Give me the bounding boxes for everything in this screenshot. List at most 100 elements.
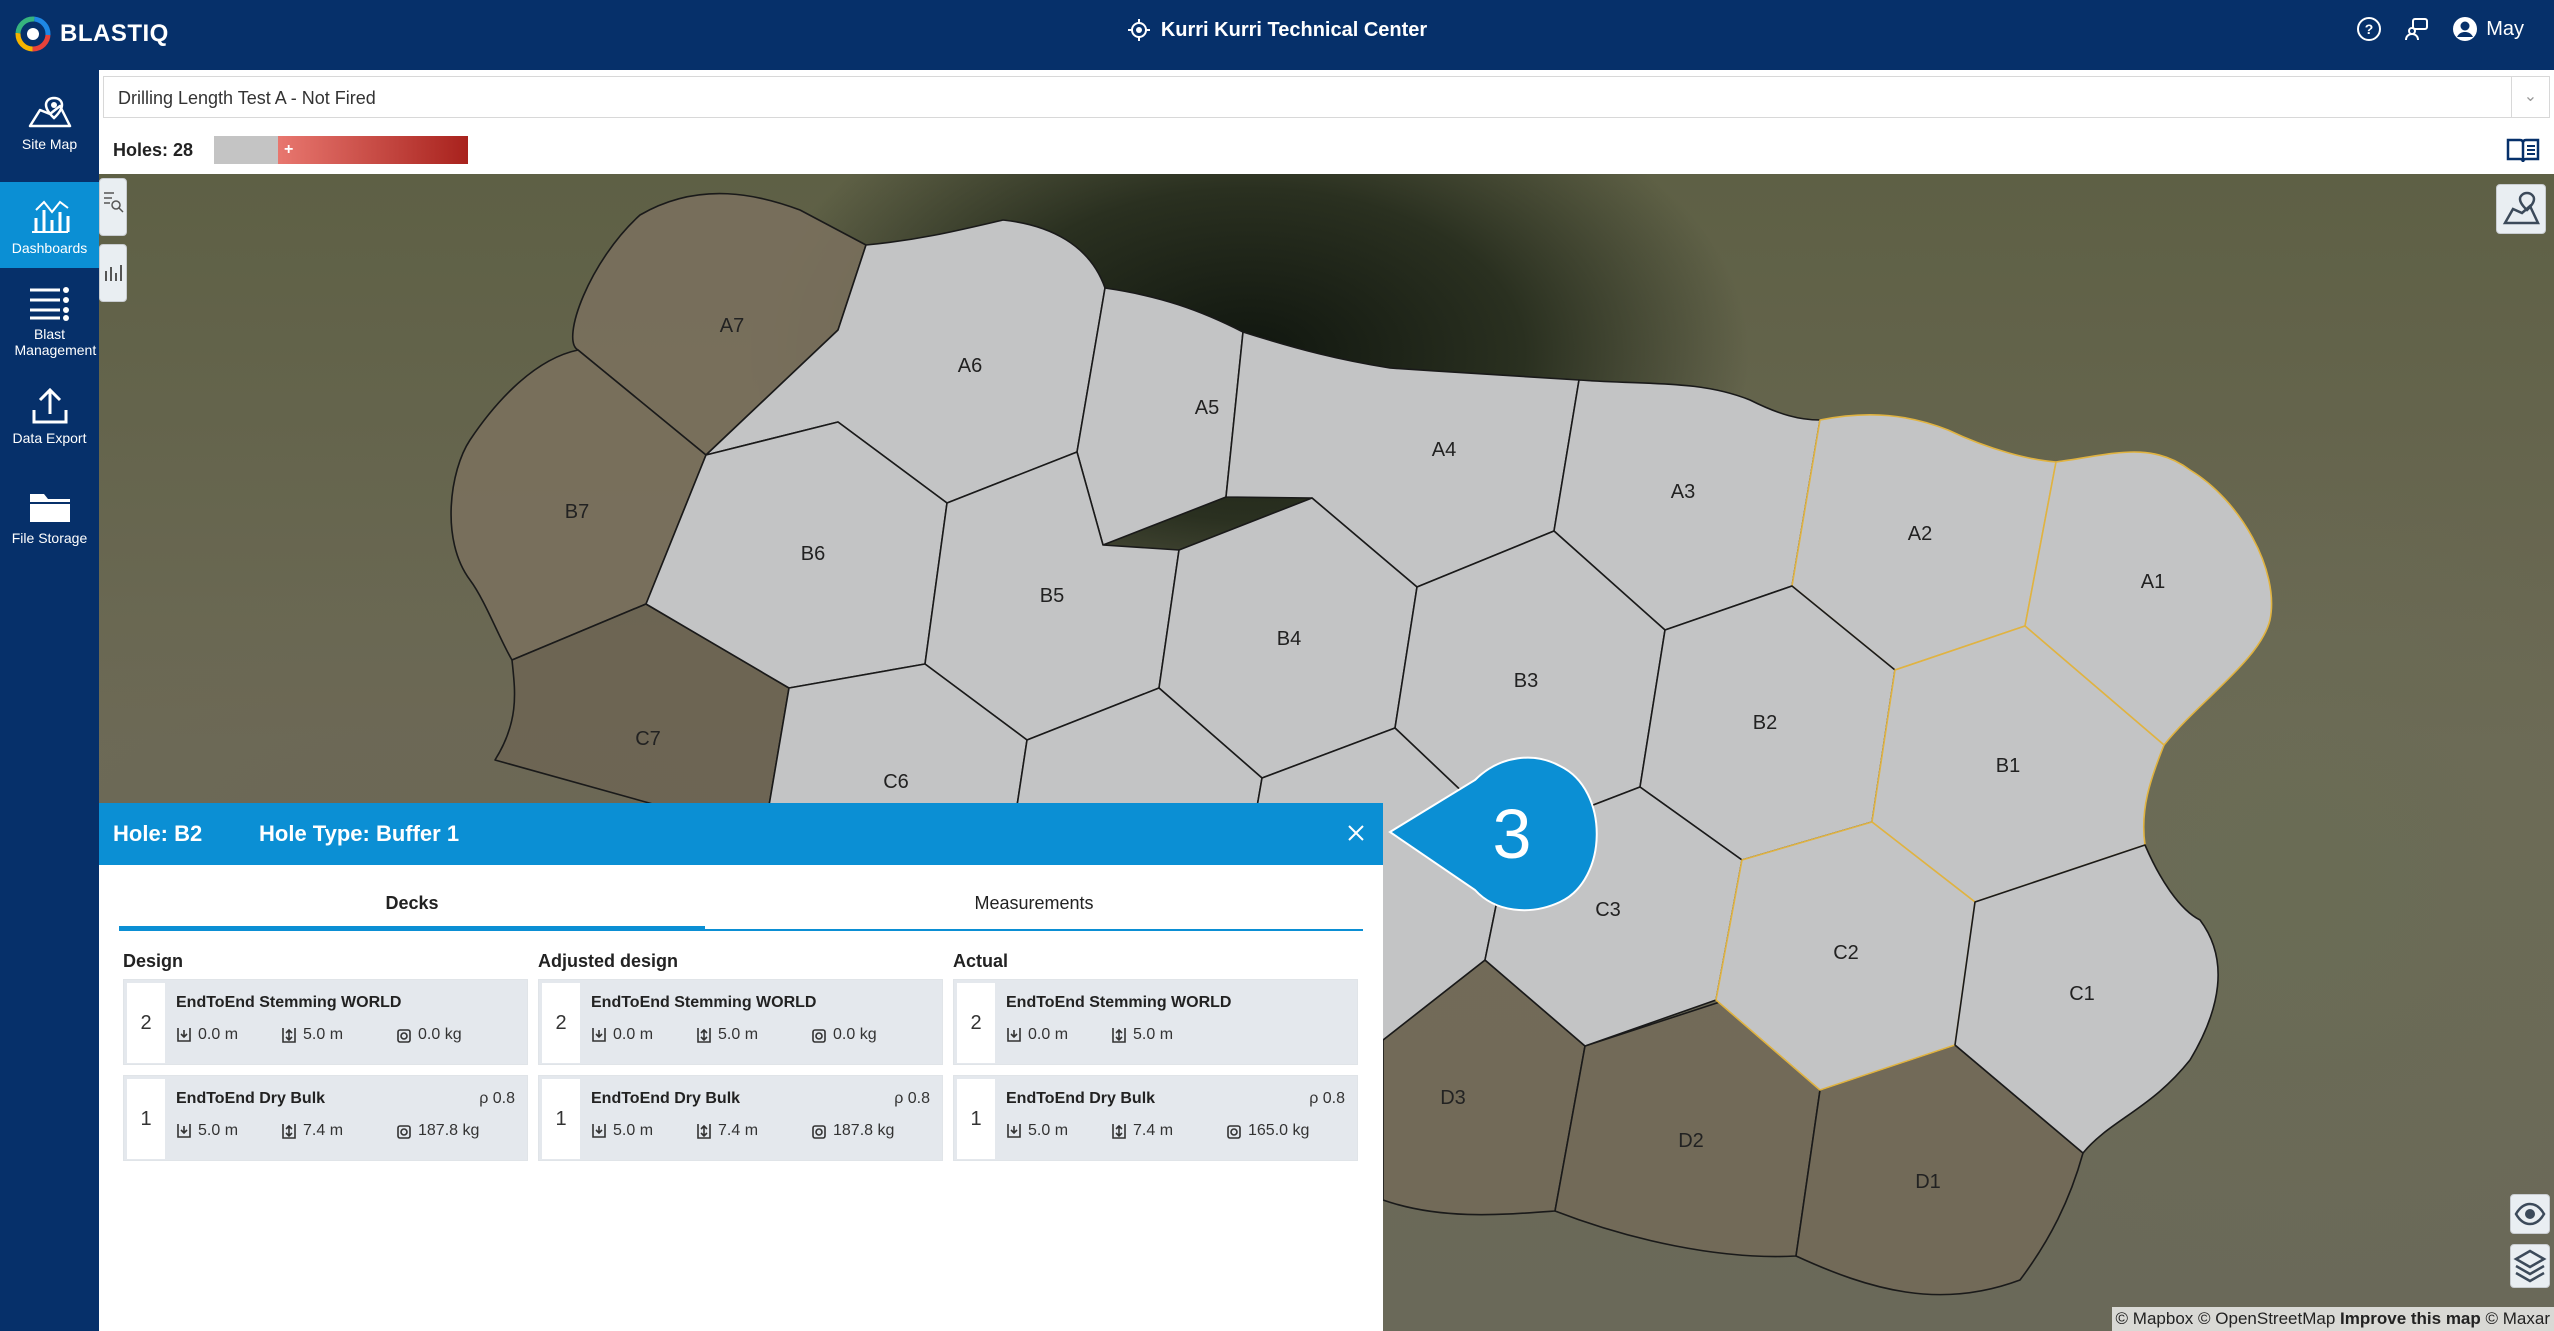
label-B3: B3 [1514, 670, 1538, 692]
deck-top: 5.0 m [613, 1122, 654, 1139]
deck-number: 2 [957, 983, 995, 1063]
design-column: Design 2 EndToEnd Stemming WORLD 0.0 m 5… [123, 951, 528, 1171]
label-C6: C6 [883, 771, 909, 793]
deck-mass: 0.0 kg [833, 1026, 877, 1043]
sidebar-item-dashboards[interactable]: Dashboards [0, 182, 99, 268]
deck-length: 5.0 m [1133, 1026, 1174, 1043]
sidebar-label-file-storage: File Storage [11, 530, 88, 546]
tab-decks[interactable]: Decks [119, 893, 705, 914]
site-selector[interactable]: Kurri Kurri Technical Center [0, 18, 2554, 42]
label-A4: A4 [1432, 439, 1456, 461]
label-C2: C2 [1833, 942, 1859, 964]
chevron-down-icon[interactable]: ⌄ [2511, 77, 2549, 117]
deck-mass: 187.8 kg [418, 1122, 480, 1139]
deck-name: EndToEnd Dry Bulk [176, 1090, 326, 1107]
deck-card[interactable]: 1 EndToEnd Dry Bulk ρ 0.8 5.0 m 7.4 m 18… [123, 1075, 528, 1161]
tab-measurements[interactable]: Measurements [705, 893, 1363, 914]
actual-column: Actual 2 EndToEnd Stemming WORLD 0.0 m 5… [953, 951, 1358, 1171]
deck-length: 7.4 m [1133, 1122, 1174, 1139]
sidebar-item-site-map[interactable]: Site Map [0, 86, 99, 164]
layers-icon [2513, 1249, 2547, 1283]
deck-length: 7.4 m [718, 1122, 759, 1139]
label-C3: C3 [1595, 899, 1621, 921]
legend-search-toggle[interactable] [99, 178, 127, 236]
legend-bar: + [214, 136, 468, 164]
improve-map-link[interactable]: Improve this map [2340, 1309, 2481, 1328]
label-D3: D3 [1440, 1087, 1466, 1109]
maxar-link[interactable]: © Maxar [2486, 1309, 2550, 1328]
eye-icon [2514, 1202, 2546, 1226]
label-B5: B5 [1040, 585, 1064, 607]
weight-icon [397, 1029, 411, 1043]
deck-mass: 187.8 kg [833, 1122, 895, 1139]
svg-text:?: ? [2365, 21, 2374, 37]
depth-icon [592, 1124, 606, 1138]
deck-card[interactable]: 2 EndToEnd Stemming WORLD 0.0 m 5.0 m [953, 979, 1358, 1065]
depth-icon [177, 1028, 191, 1042]
deck-card[interactable]: 2 EndToEnd Stemming WORLD 0.0 m 5.0 m 0.… [123, 979, 528, 1065]
deck-name: EndToEnd Stemming WORLD [176, 994, 402, 1011]
label-C7: C7 [635, 728, 661, 750]
deck-number: 1 [957, 1079, 995, 1159]
crosshair-icon [1127, 19, 1150, 41]
feedback-icon[interactable] [2404, 16, 2430, 42]
label-A1: A1 [2141, 571, 2165, 593]
book-icon[interactable] [2506, 136, 2540, 164]
adjusted-design-column: Adjusted design 2 EndToEnd Stemming WORL… [538, 951, 943, 1171]
deck-mass: 165.0 kg [1248, 1122, 1310, 1139]
label-A3: A3 [1671, 481, 1695, 503]
chart-toggle[interactable] [99, 244, 127, 302]
sidebar-item-file-storage[interactable]: File Storage [0, 480, 99, 560]
map-icon [2502, 191, 2540, 225]
label-A2: A2 [1908, 523, 1932, 545]
length-icon [282, 1028, 296, 1043]
osm-link[interactable]: © OpenStreetMap [2198, 1309, 2335, 1328]
length-icon [697, 1028, 711, 1043]
sidebar: Site Map Dashboards Blast Management Dat… [0, 70, 99, 1331]
deck-name: EndToEnd Dry Bulk [591, 1090, 741, 1107]
weight-icon [397, 1125, 411, 1139]
deck-density: ρ 0.8 [894, 1090, 930, 1107]
weight-icon [812, 1125, 826, 1139]
label-B7: B7 [565, 501, 589, 523]
close-icon[interactable] [1341, 818, 1371, 848]
user-avatar-icon [2453, 17, 2478, 41]
layers-toggle[interactable] [2510, 1244, 2550, 1288]
label-B4: B4 [1277, 628, 1301, 650]
panel-tabs: Decks Measurements [119, 883, 1363, 931]
column-title: Actual [953, 951, 1009, 971]
depth-icon [1007, 1124, 1021, 1138]
bar-chart-icon [105, 265, 122, 281]
deck-density: ρ 0.8 [1309, 1090, 1345, 1107]
dashboard-icon [31, 200, 69, 233]
deck-card[interactable]: 1 EndToEnd Dry Bulk ρ 0.8 5.0 m 7.4 m 18… [538, 1075, 943, 1161]
sidebar-item-blast-management[interactable]: Blast Management [0, 276, 99, 366]
top-bar: BLASTIQ Kurri Kurri Technical Center ? M… [0, 0, 2554, 70]
filter-search-icon [104, 192, 124, 213]
deck-top: 0.0 m [198, 1026, 239, 1043]
help-icon[interactable]: ? [2356, 16, 2382, 42]
length-icon [282, 1124, 296, 1139]
visibility-toggle[interactable] [2510, 1194, 2550, 1234]
hole-id: Hole: B2 [113, 821, 203, 846]
sidebar-label-dashboards: Dashboards [11, 240, 88, 256]
user-menu[interactable]: May [2452, 16, 2524, 42]
label-D2: D2 [1678, 1130, 1704, 1152]
deck-card[interactable]: 1 EndToEnd Dry Bulk ρ 0.8 5.0 m 7.4 m 16… [953, 1075, 1358, 1161]
sidebar-label-site-map: Site Map [21, 136, 78, 152]
upload-icon [32, 387, 67, 424]
deck-length: 5.0 m [303, 1026, 344, 1043]
depth-icon [1007, 1028, 1021, 1042]
blast-selector[interactable]: Drilling Length Test A - Not Fired ⌄ [103, 76, 2550, 118]
holes-count: Holes: 28 [113, 140, 194, 160]
mapbox-link[interactable]: © Mapbox [2116, 1309, 2194, 1328]
sidebar-label-data-export: Data Export [12, 430, 87, 446]
deck-card[interactable]: 2 EndToEnd Stemming WORLD 0.0 m 5.0 m 0.… [538, 979, 943, 1065]
column-title: Design [123, 951, 184, 971]
label-A5: A5 [1195, 397, 1219, 419]
site-name: Kurri Kurri Technical Center [1160, 18, 1428, 41]
blast-selector-value: Drilling Length Test A - Not Fired [118, 88, 376, 108]
site-map-toggle[interactable] [2496, 184, 2546, 234]
sidebar-item-data-export[interactable]: Data Export [0, 380, 99, 460]
deck-mass: 0.0 kg [418, 1026, 462, 1043]
